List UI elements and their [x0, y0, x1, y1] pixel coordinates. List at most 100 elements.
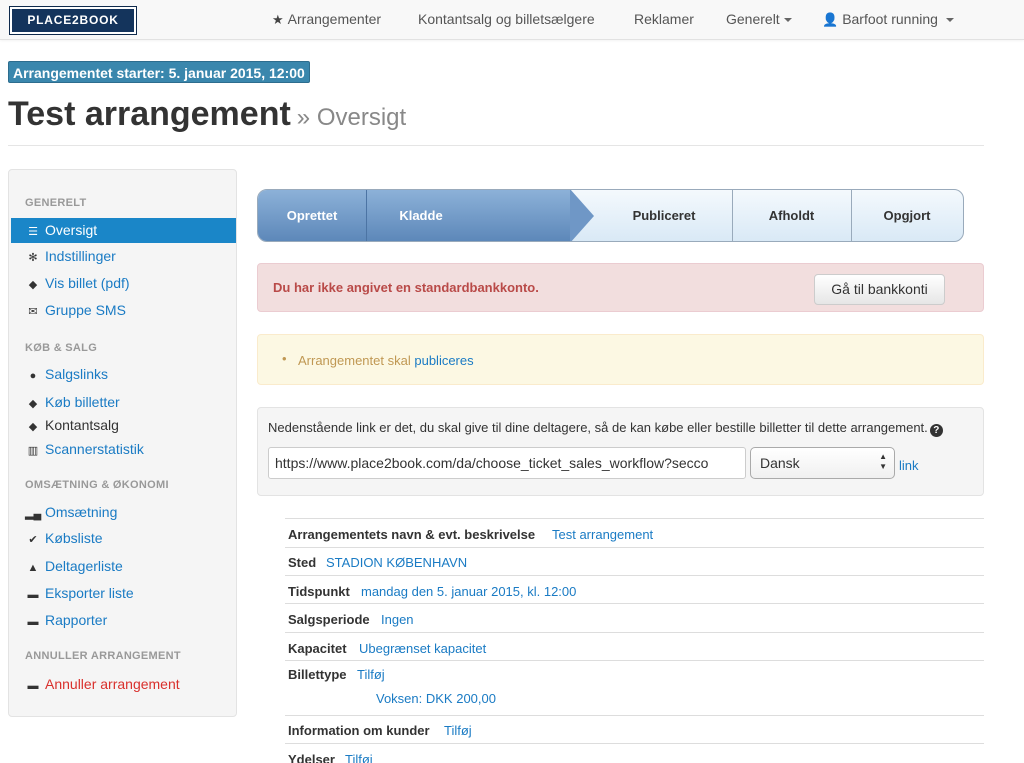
- sidebar-item-participants[interactable]: ▲ Deltagerliste: [11, 554, 236, 579]
- sidebar-item-label: Vis billet (pdf): [45, 275, 130, 291]
- sidebar-item-sales-links[interactable]: ● Salgslinks: [11, 362, 236, 387]
- sidebar-section-sales: KØB & SALG: [25, 342, 98, 354]
- sidebar-item-label: Gruppe SMS: [45, 302, 126, 318]
- detail-row: Sted STADION KØBENHAVN: [285, 547, 984, 575]
- sidebar-item-settings[interactable]: ✻ Indstillinger: [11, 244, 236, 269]
- sales-link-description: Nedenstående link er det, du skal give t…: [268, 420, 943, 437]
- detail-row: Information om kunder Tilføj: [285, 715, 984, 743]
- detail-row: Salgsperiode Ingen: [285, 603, 984, 632]
- nav-user-dropdown[interactable]: 👤 Barfoot running: [822, 0, 954, 40]
- sidebar-item-group-sms[interactable]: ✉ Gruppe SMS: [11, 298, 236, 323]
- nav-user-label: Barfoot running: [842, 11, 938, 27]
- link-link[interactable]: link: [899, 458, 919, 473]
- detail-label: Sted: [288, 555, 317, 570]
- folder-icon: ▬: [27, 589, 39, 601]
- user-icon: 👤: [822, 12, 839, 27]
- detail-label: Kapacitet: [288, 641, 347, 656]
- detail-value-link[interactable]: Tilføj: [444, 723, 472, 738]
- sidebar-item-cancel-event[interactable]: ▬ Annuller arrangement: [11, 672, 236, 697]
- sidebar-item-purchase-list[interactable]: ✔ Købsliste: [11, 526, 236, 551]
- sidebar-item-label: Eksporter liste: [45, 585, 134, 601]
- globe-icon: ●: [29, 370, 37, 382]
- detail-row: Kapacitet Ubegrænset kapacitet: [285, 632, 984, 660]
- detail-value-link[interactable]: Ingen: [381, 612, 414, 627]
- detail-value-link[interactable]: Ubegrænset kapacitet: [359, 641, 486, 656]
- detail-label: Information om kunder: [288, 723, 430, 738]
- language-select[interactable]: Dansk ▲ ▼: [750, 447, 895, 479]
- place2book-logo[interactable]: PLACE2BOOK: [9, 6, 137, 35]
- wizard-step-settled: Opgjort: [883, 208, 931, 223]
- sidebar-item-label: Salgslinks: [45, 366, 109, 382]
- wizard-step-published: Publiceret: [632, 208, 696, 223]
- page-title: Test arrangement» Oversigt: [8, 95, 406, 134]
- sidebar-item-revenue[interactable]: ▂▄ Omsætning: [11, 500, 236, 525]
- detail-row: Tidspunkt mandag den 5. januar 2015, kl.…: [285, 575, 984, 603]
- envelope-icon: ✉: [28, 306, 38, 318]
- nav-general-dropdown[interactable]: Generelt: [726, 0, 792, 40]
- caret-down-icon: [945, 18, 954, 23]
- detail-row: Ydelser Tilføj: [285, 743, 984, 763]
- ticket-type-link[interactable]: Voksen: DKK 200,00: [376, 691, 496, 706]
- check-icon: ✔: [28, 534, 38, 546]
- sidebar-item-label: Scannerstatistik: [45, 441, 144, 457]
- go-to-bank-accounts-button[interactable]: Gå til bankkonti: [814, 274, 945, 305]
- language-select-value: Dansk: [760, 455, 800, 471]
- nav-events-label: Arrangementer: [287, 11, 382, 27]
- sidebar-item-label: Annuller arrangement: [45, 676, 180, 692]
- sidebar-item-label: Deltagerliste: [45, 558, 123, 574]
- sidebar-item-export-list[interactable]: ▬ Eksporter liste: [11, 581, 236, 606]
- list-icon: ☰: [28, 226, 38, 238]
- gear-icon: ✻: [28, 252, 38, 264]
- sidebar-item-label: Købsliste: [45, 530, 103, 546]
- sidebar-item-cash-sales[interactable]: ◆ Kontantsalg: [11, 413, 236, 438]
- sidebar-item-scanner-stats[interactable]: ▥ Scannerstatistik: [11, 437, 236, 462]
- top-navbar: PLACE2BOOK ★ Arrangementer Kontantsalg og…: [0, 0, 1024, 40]
- detail-row: Billettype Tilføj Voksen: DKK 200,00: [285, 660, 984, 715]
- bank-account-alert-text: Du har ikke angivet en standardbankkonto…: [273, 280, 539, 295]
- detail-row: Arrangementets navn & evt. beskrivelse T…: [285, 518, 984, 547]
- nav-ads[interactable]: Reklamer: [634, 0, 694, 40]
- detail-value-link[interactable]: Test arrangement: [552, 527, 653, 542]
- sidebar-item-reports[interactable]: ▬ Rapporter: [11, 608, 236, 633]
- barcode-icon: ▥: [27, 445, 39, 457]
- folder-icon: ▬: [27, 616, 39, 628]
- tag-icon: ◆: [28, 279, 38, 291]
- sales-link-text: Nedenstående link er det, du skal give t…: [268, 420, 928, 435]
- status-wizard: Oprettet Kladde Publiceret Afholdt Opgjo…: [257, 189, 964, 242]
- publish-alert: • Arrangementet skal publiceres: [257, 334, 984, 385]
- wizard-step-held: Afholdt: [768, 208, 815, 223]
- detail-label: Billettype: [288, 667, 347, 682]
- user-icon: ▲: [27, 562, 39, 574]
- bullet: •: [282, 351, 287, 366]
- bank-account-alert: Du har ikke angivet en standardbankkonto…: [257, 263, 984, 312]
- sidebar-section-finance: OMSÆTNING & ØKONOMI: [25, 479, 169, 491]
- sidebar-item-label: Kontantsalg: [45, 417, 119, 433]
- sales-link-url-input[interactable]: [268, 447, 746, 479]
- nav-general-label: Generelt: [726, 11, 780, 27]
- help-icon[interactable]: ?: [929, 424, 943, 437]
- folder-icon: ▬: [27, 680, 39, 692]
- star-icon: ★: [272, 12, 284, 27]
- publish-link[interactable]: publiceres: [414, 353, 473, 368]
- nav-events[interactable]: ★ Arrangementer: [272, 0, 381, 40]
- sidebar-section-general: GENERELT: [25, 197, 87, 209]
- event-start-badge: Arrangementet starter: 5. januar 2015, 1…: [8, 61, 310, 83]
- sidebar-item-buy-tickets[interactable]: ◆ Køb billetter: [11, 390, 236, 415]
- divider: [8, 145, 984, 146]
- detail-value-link[interactable]: STADION KØBENHAVN: [326, 555, 467, 570]
- detail-label: Arrangementets navn & evt. beskrivelse: [288, 527, 536, 542]
- detail-value-link[interactable]: Tilføj: [357, 667, 385, 682]
- event-title: Test arrangement: [8, 95, 291, 133]
- publish-alert-text: Arrangementet skal publiceres: [298, 353, 474, 368]
- sidebar-item-overview[interactable]: ☰ Oversigt: [11, 218, 236, 243]
- sidebar-item-label: Rapporter: [45, 612, 108, 628]
- nav-cash-sales[interactable]: Kontantsalg og billetsælgere: [418, 0, 595, 40]
- detail-value-link[interactable]: mandag den 5. januar 2015, kl. 12:00: [361, 584, 576, 599]
- detail-label: Tidspunkt: [288, 584, 350, 599]
- publish-alert-label: Arrangementet skal: [298, 353, 411, 368]
- select-arrows-icon: ▲ ▼: [879, 452, 887, 471]
- sidebar-item-label: Indstillinger: [45, 248, 116, 264]
- page-subtitle: » Oversigt: [296, 104, 407, 131]
- sidebar-item-label: Køb billetter: [45, 394, 120, 410]
- sidebar-item-show-ticket[interactable]: ◆ Vis billet (pdf): [11, 271, 236, 296]
